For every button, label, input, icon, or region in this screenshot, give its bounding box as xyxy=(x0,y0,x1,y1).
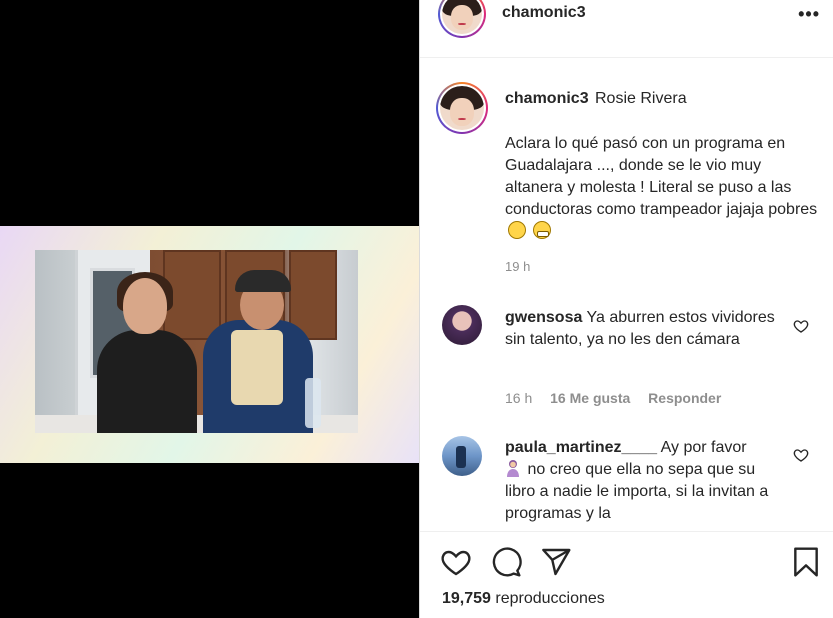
comment-meta: 16 h 16 Me gusta Responder xyxy=(505,390,735,406)
views-label: reproducciones xyxy=(495,590,605,607)
comment-like-heart-icon[interactable] xyxy=(793,318,809,334)
author-avatar[interactable] xyxy=(438,0,486,38)
post-panel: chamonic3 ••• chamonic3 Rosie Rivera Acl… xyxy=(419,0,833,618)
caption-timestamp[interactable]: 19 h xyxy=(505,259,530,274)
comment-avatar[interactable] xyxy=(442,436,482,476)
slightly-frowning-face-icon xyxy=(508,221,526,239)
comment-likes[interactable]: 16 Me gusta xyxy=(550,390,630,406)
comment-username[interactable]: paula_martinez____ xyxy=(505,439,657,456)
comment-body: no creo que ella no sepa que su libro a … xyxy=(505,461,769,522)
author-username[interactable]: chamonic3 xyxy=(502,4,586,22)
video-person-left xyxy=(97,330,197,433)
views-count[interactable]: 19,759 reproducciones xyxy=(442,590,605,608)
share-icon[interactable] xyxy=(540,546,572,578)
video-player[interactable] xyxy=(0,226,419,463)
views-number: 19,759 xyxy=(442,590,491,607)
comment-reply-button[interactable]: Responder xyxy=(648,390,721,406)
video-person-right-cap xyxy=(235,270,291,292)
comment-text: gwensosa Ya aburren estos vividores sin … xyxy=(505,307,785,351)
video-scene-bottle xyxy=(305,378,321,428)
more-options-icon[interactable]: ••• xyxy=(798,4,820,25)
video-thumbnail xyxy=(35,250,358,433)
comment-body-line1: Ay por favor xyxy=(660,439,747,456)
grimacing-face-icon xyxy=(533,221,552,239)
woman-tipping-hand-icon xyxy=(507,460,519,477)
comment-avatar[interactable] xyxy=(442,305,482,345)
heart-icon[interactable] xyxy=(440,546,472,578)
video-person-left-face xyxy=(123,278,167,334)
post-header: chamonic3 ••• xyxy=(420,0,833,58)
bookmark-icon[interactable] xyxy=(790,546,822,578)
comment-text: paula_martinez____ Ay por favor no creo … xyxy=(505,437,785,525)
video-person-right-apron xyxy=(231,330,283,405)
post-media[interactable] xyxy=(0,0,419,618)
caption-body: Aclara lo qué pasó con un programa en Gu… xyxy=(505,135,818,218)
caption-text: Aclara lo qué pasó con un programa en Gu… xyxy=(505,133,820,243)
comment-username[interactable]: gwensosa xyxy=(505,309,582,326)
comment-icon[interactable] xyxy=(490,546,522,578)
caption-username[interactable]: chamonic3 xyxy=(505,90,589,108)
comment-like-heart-icon[interactable] xyxy=(793,447,809,463)
post-actions: 19,759 reproducciones xyxy=(420,531,833,618)
comment-timestamp[interactable]: 16 h xyxy=(505,390,532,406)
caption-author-avatar[interactable] xyxy=(436,82,488,134)
caption-tag[interactable]: Rosie Rivera xyxy=(595,90,687,108)
